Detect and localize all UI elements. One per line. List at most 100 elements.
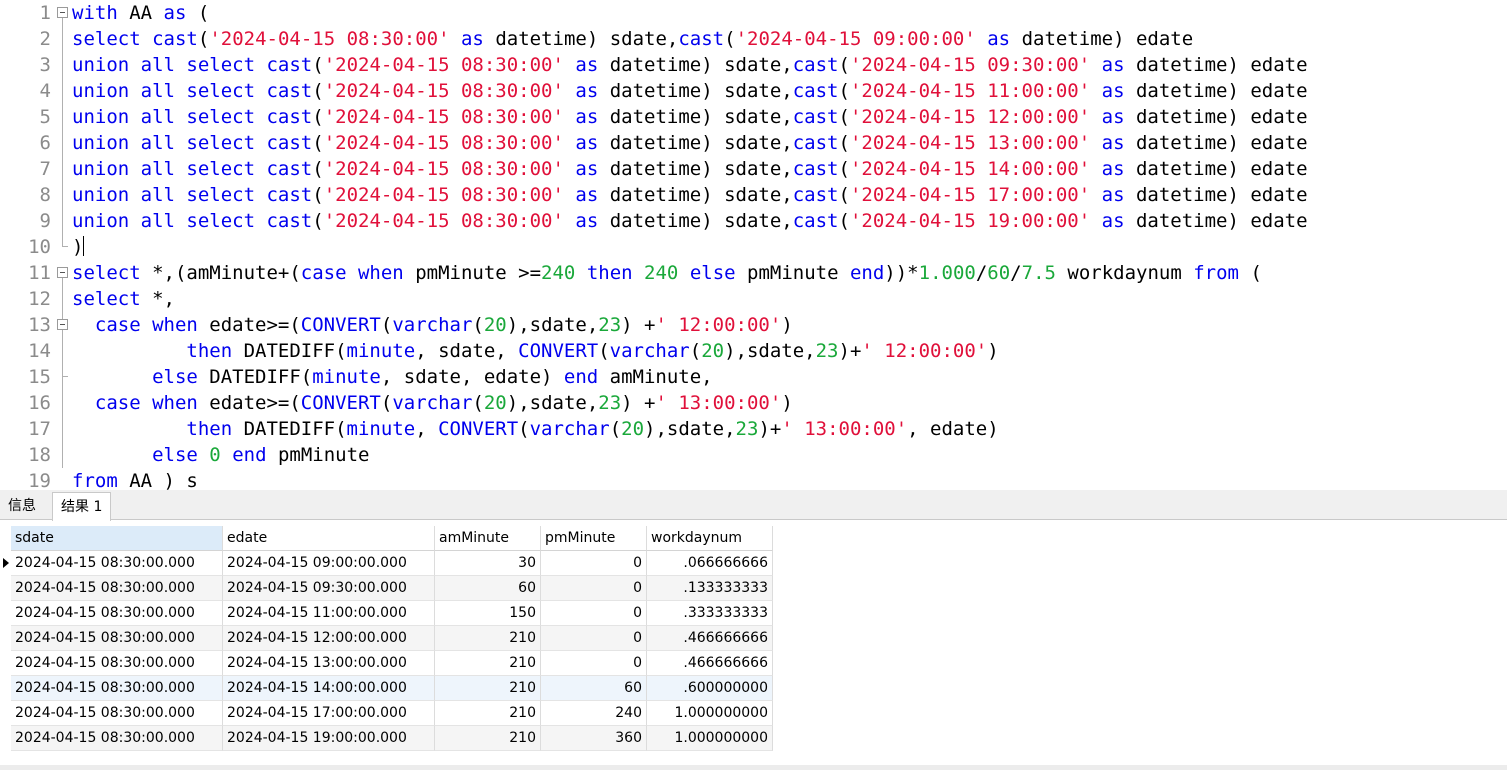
code-text[interactable]: case when edate>=(CONVERT(varchar(20),sd…	[72, 312, 793, 338]
table-cell[interactable]: .133333333	[647, 576, 773, 601]
table-row[interactable]: 2024-04-15 08:30:00.000 2024-04-15 17:00:…	[0, 701, 773, 726]
row-selector[interactable]	[0, 601, 11, 626]
code-text[interactable]: else DATEDIFF(minute, sdate, edate) end …	[72, 364, 713, 390]
collapse-toggle-icon[interactable]	[57, 319, 68, 330]
table-cell[interactable]: 60	[435, 576, 541, 601]
table-cell[interactable]: 2024-04-15 09:00:00.000	[223, 551, 435, 576]
table-cell[interactable]: 2024-04-15 08:30:00.000	[11, 551, 223, 576]
table-cell[interactable]: .466666666	[647, 651, 773, 676]
row-selector[interactable]	[0, 576, 11, 601]
code-text[interactable]: then DATEDIFF(minute, CONVERT(varchar(20…	[72, 416, 998, 442]
table-cell[interactable]: .066666666	[647, 551, 773, 576]
code-text[interactable]: union all select cast('2024-04-15 08:30:…	[72, 104, 1308, 130]
code-line[interactable]: 3 union all select cast('2024-04-15 08:30…	[0, 52, 1507, 78]
code-text[interactable]: union all select cast('2024-04-15 08:30:…	[72, 156, 1308, 182]
code-line[interactable]: 13 case when edate>=(CONVERT(varchar(20)…	[0, 312, 1507, 338]
table-cell[interactable]: 2024-04-15 08:30:00.000	[11, 676, 223, 701]
table-cell[interactable]: 2024-04-15 08:30:00.000	[11, 576, 223, 601]
table-cell[interactable]: 0	[541, 551, 647, 576]
table-cell[interactable]: .466666666	[647, 626, 773, 651]
code-text[interactable]: case when edate>=(CONVERT(varchar(20),sd…	[72, 390, 793, 416]
table-cell[interactable]: 2024-04-15 17:00:00.000	[223, 701, 435, 726]
table-cell[interactable]: 210	[435, 701, 541, 726]
code-line[interactable]: 12 select *,	[0, 286, 1507, 312]
table-cell[interactable]: 2024-04-15 08:30:00.000	[11, 651, 223, 676]
collapse-toggle-icon[interactable]	[57, 267, 68, 278]
table-cell[interactable]: .333333333	[647, 601, 773, 626]
table-cell[interactable]: 150	[435, 601, 541, 626]
table-cell[interactable]: 210	[435, 726, 541, 751]
table-row[interactable]: 2024-04-15 08:30:00.000 2024-04-15 09:00:…	[0, 551, 773, 576]
column-header-sdate[interactable]: sdate	[11, 526, 223, 551]
code-text[interactable]: select *,	[72, 286, 175, 312]
table-row[interactable]: 2024-04-15 08:30:00.000 2024-04-15 13:00:…	[0, 651, 773, 676]
table-cell[interactable]: 2024-04-15 08:30:00.000	[11, 601, 223, 626]
column-header-pmminute[interactable]: pmMinute	[541, 526, 647, 551]
code-text[interactable]: union all select cast('2024-04-15 08:30:…	[72, 130, 1308, 156]
code-line[interactable]: 11 select *,(amMinute+(case when pmMinute…	[0, 260, 1507, 286]
code-line[interactable]: 14 then DATEDIFF(minute, sdate, CONVERT(…	[0, 338, 1507, 364]
table-row[interactable]: 2024-04-15 08:30:00.000 2024-04-15 12:00:…	[0, 626, 773, 651]
code-line[interactable]: 5 union all select cast('2024-04-15 08:30…	[0, 104, 1507, 130]
horizontal-scrollbar[interactable]	[0, 765, 1507, 770]
code-text[interactable]: )	[72, 234, 85, 260]
fold-gutter[interactable]	[56, 0, 68, 26]
code-text[interactable]: union all select cast('2024-04-15 08:30:…	[72, 52, 1308, 78]
code-text[interactable]: from AA ) s	[72, 468, 198, 490]
table-cell[interactable]: 2024-04-15 19:00:00.000	[223, 726, 435, 751]
row-selector[interactable]	[0, 701, 11, 726]
code-line[interactable]: 4 union all select cast('2024-04-15 08:30…	[0, 78, 1507, 104]
column-header-amminute[interactable]: amMinute	[435, 526, 541, 551]
table-cell[interactable]: .600000000	[647, 676, 773, 701]
code-line[interactable]: 7 union all select cast('2024-04-15 08:30…	[0, 156, 1507, 182]
fold-gutter[interactable]	[56, 312, 68, 338]
code-line[interactable]: 15 else DATEDIFF(minute, sdate, edate) e…	[0, 364, 1507, 390]
table-cell[interactable]: 360	[541, 726, 647, 751]
row-selector[interactable]	[0, 726, 11, 751]
code-line[interactable]: 19 from AA ) s	[0, 468, 1507, 490]
table-row[interactable]: 2024-04-15 08:30:00.000 2024-04-15 19:00:…	[0, 726, 773, 751]
table-cell[interactable]: 2024-04-15 08:30:00.000	[11, 726, 223, 751]
code-line[interactable]: 8 union all select cast('2024-04-15 08:30…	[0, 182, 1507, 208]
code-text[interactable]: union all select cast('2024-04-15 08:30:…	[72, 182, 1308, 208]
code-text[interactable]: union all select cast('2024-04-15 08:30:…	[72, 208, 1308, 234]
column-header-edate[interactable]: edate	[223, 526, 435, 551]
code-text[interactable]: select cast('2024-04-15 08:30:00' as dat…	[72, 26, 1193, 52]
collapse-toggle-icon[interactable]	[57, 7, 68, 18]
row-selector[interactable]	[0, 551, 11, 576]
sql-editor[interactable]: 1 with AA as (2 select cast('2024-04-15 08…	[0, 0, 1507, 490]
code-line[interactable]: 2 select cast('2024-04-15 08:30:00' as da…	[0, 26, 1507, 52]
table-row[interactable]: 2024-04-15 08:30:00.000 2024-04-15 11:00:…	[0, 601, 773, 626]
table-row[interactable]: 2024-04-15 08:30:00.000 2024-04-15 14:00:…	[0, 676, 773, 701]
code-line[interactable]: 18 else 0 end pmMinute	[0, 442, 1507, 468]
table-cell[interactable]: 2024-04-15 14:00:00.000	[223, 676, 435, 701]
table-cell[interactable]: 2024-04-15 11:00:00.000	[223, 601, 435, 626]
fold-gutter[interactable]	[56, 260, 68, 286]
code-line[interactable]: 9 union all select cast('2024-04-15 08:30…	[0, 208, 1507, 234]
tab-info[interactable]: 信息	[0, 492, 44, 520]
table-cell[interactable]: 2024-04-15 12:00:00.000	[223, 626, 435, 651]
code-line[interactable]: 6 union all select cast('2024-04-15 08:30…	[0, 130, 1507, 156]
table-cell[interactable]: 2024-04-15 13:00:00.000	[223, 651, 435, 676]
table-cell[interactable]: 60	[541, 676, 647, 701]
code-line[interactable]: 1 with AA as (	[0, 0, 1507, 26]
table-cell[interactable]: 210	[435, 676, 541, 701]
row-selector[interactable]	[0, 626, 11, 651]
table-cell[interactable]: 0	[541, 576, 647, 601]
row-selector[interactable]	[0, 651, 11, 676]
code-text[interactable]: with AA as (	[72, 0, 209, 26]
table-cell[interactable]: 30	[435, 551, 541, 576]
code-text[interactable]: else 0 end pmMinute	[72, 442, 369, 468]
table-cell[interactable]: 0	[541, 601, 647, 626]
table-row[interactable]: 2024-04-15 08:30:00.000 2024-04-15 09:30:…	[0, 576, 773, 601]
tab-result-1[interactable]: 结果 1	[52, 492, 112, 521]
table-cell[interactable]: 2024-04-15 08:30:00.000	[11, 626, 223, 651]
table-cell[interactable]: 2024-04-15 09:30:00.000	[223, 576, 435, 601]
code-line[interactable]: 10)	[0, 234, 1507, 260]
table-cell[interactable]: 240	[541, 701, 647, 726]
table-cell[interactable]: 1.000000000	[647, 701, 773, 726]
code-text[interactable]: select *,(amMinute+(case when pmMinute >…	[72, 260, 1262, 286]
table-cell[interactable]: 2024-04-15 08:30:00.000	[11, 701, 223, 726]
table-cell[interactable]: 210	[435, 626, 541, 651]
row-selector[interactable]	[0, 676, 11, 701]
